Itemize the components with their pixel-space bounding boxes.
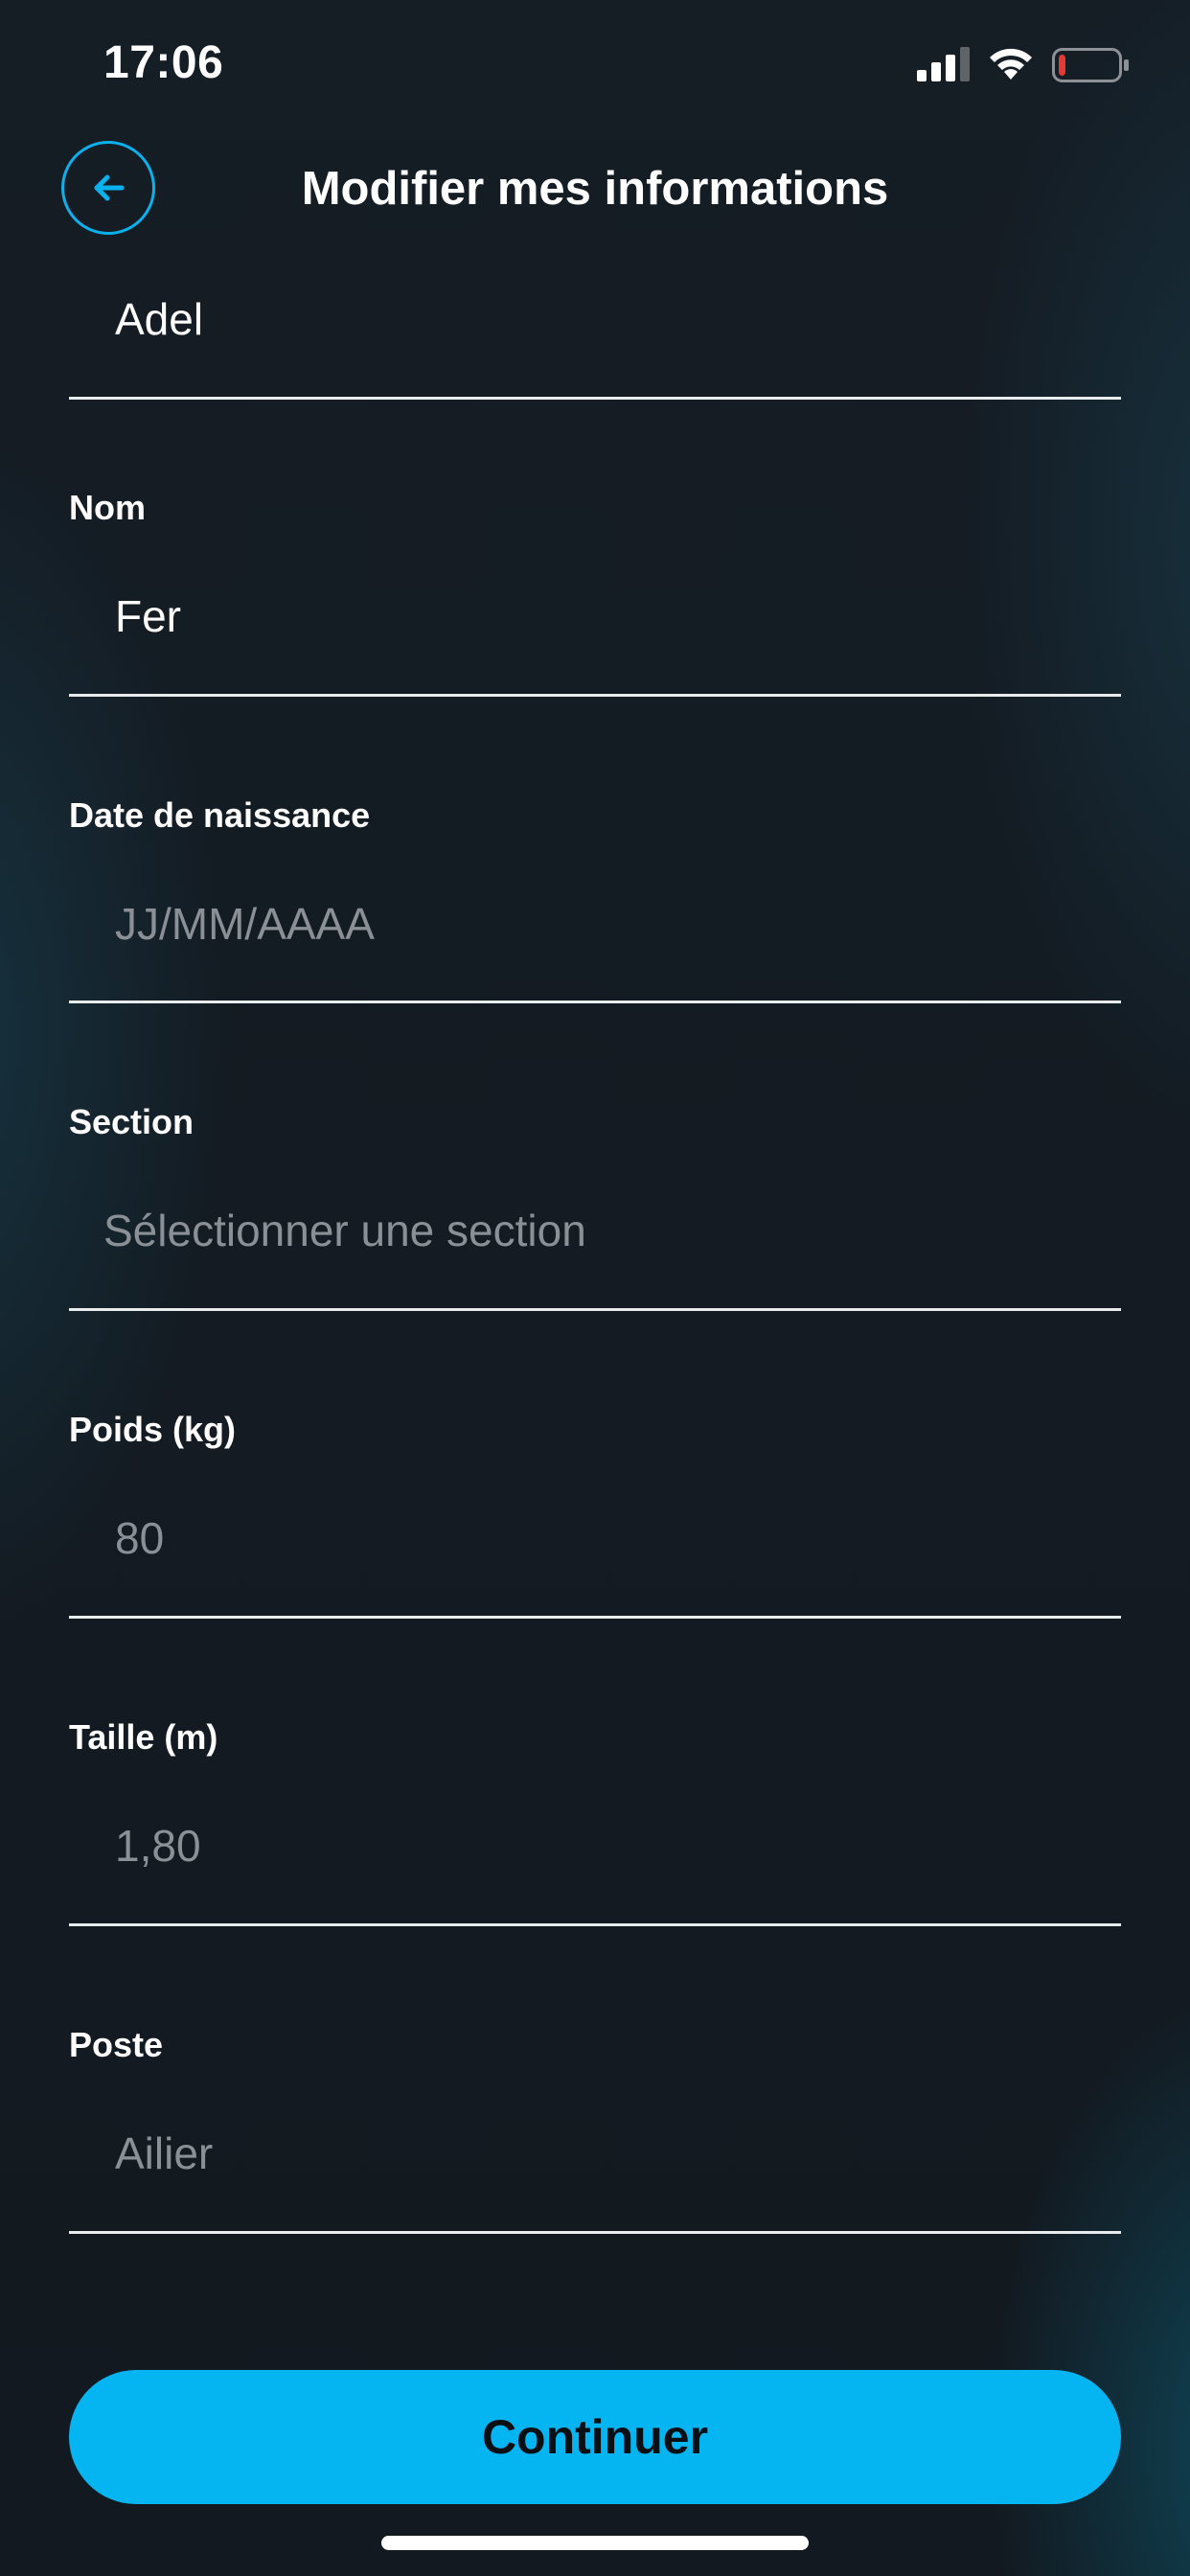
date-naissance-label: Date de naissance [69,795,371,835]
arrow-left-icon [94,174,125,201]
section-label: Section [69,1102,195,1141]
nom-label: Nom [69,488,146,527]
prenom-input[interactable] [69,278,1121,367]
poste-label: Poste [69,2025,164,2064]
form-scroll-area[interactable]: Nom Date de naissance Section Sélectionn… [0,278,1190,2286]
field-underline [69,1000,1121,1003]
field-underline [69,1308,1121,1311]
back-button[interactable] [61,141,155,235]
taille-label: Taille (m) [69,1717,218,1757]
status-bar: 17:06 [0,0,1190,134]
continue-button[interactable]: Continuer [69,2370,1121,2504]
page-title: Modifier mes informations [301,163,889,215]
poste-field: Poste [69,2024,1121,2235]
prenom-field [69,278,1121,402]
poids-field: Poids (kg) [69,1409,1121,1620]
wifi-icon [990,48,1032,80]
section-select[interactable]: Sélectionner une section [69,1183,1121,1278]
section-field: Section Sélectionner une section [69,1101,1121,1312]
field-underline [69,1616,1121,1619]
date-naissance-field: Date de naissance [69,794,1121,1005]
poids-label: Poids (kg) [69,1410,237,1449]
home-indicator [381,2536,809,2550]
poste-input[interactable] [69,2105,1121,2201]
nom-input[interactable] [69,568,1121,664]
field-underline [69,694,1121,697]
taille-input[interactable] [69,1798,1121,1894]
battery-low-icon [1052,48,1129,82]
field-underline [69,2231,1121,2234]
date-naissance-input[interactable] [69,876,1121,972]
cellular-signal-icon [917,47,970,81]
battery-level-fill [1059,55,1065,76]
poids-input[interactable] [69,1490,1121,1586]
taille-field: Taille (m) [69,1716,1121,1927]
status-time: 17:06 [103,37,224,88]
field-underline [69,397,1121,400]
field-underline [69,1923,1121,1926]
nom-field: Nom [69,487,1121,698]
